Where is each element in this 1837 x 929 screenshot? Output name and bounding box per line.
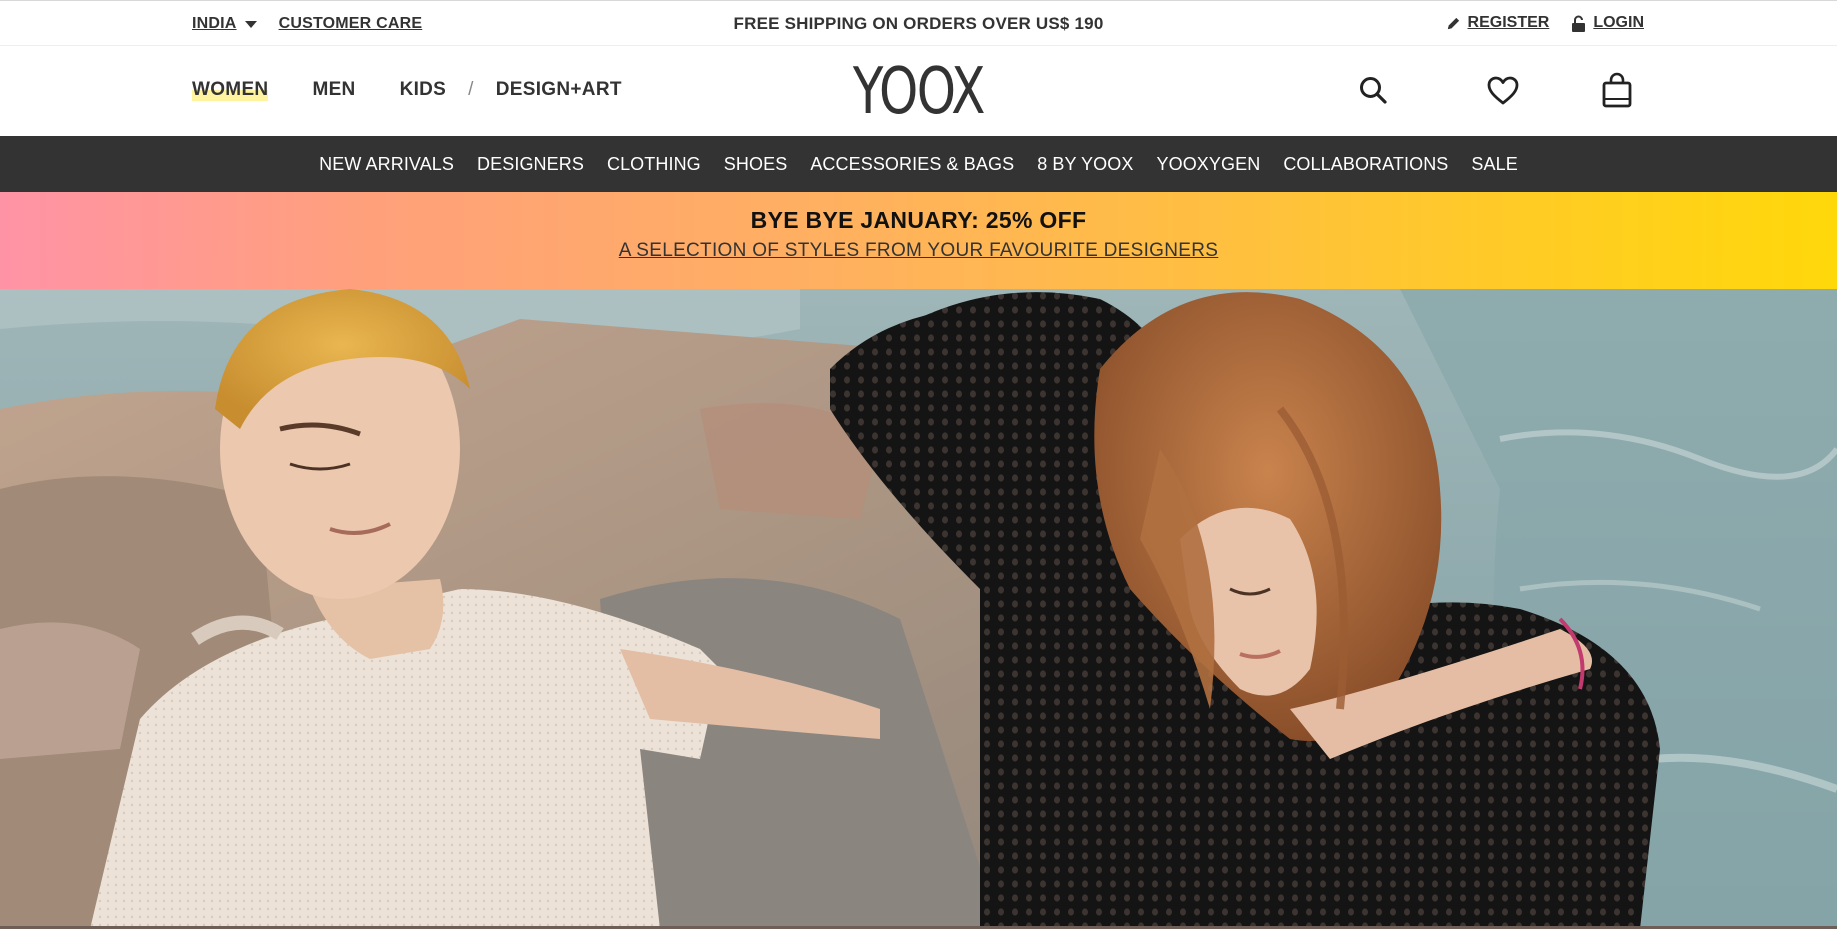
category-clothing[interactable]: CLOTHING <box>607 154 701 175</box>
hero-illustration <box>0 289 1837 929</box>
promo-subline-link[interactable]: A SELECTION OF STYLES FROM YOUR FAVOURIT… <box>619 240 1219 262</box>
category-collaborations[interactable]: COLLABORATIONS <box>1283 154 1448 175</box>
login-label[interactable]: LOGIN <box>1593 14 1644 32</box>
category-new-arrivals[interactable]: NEW ARRIVALS <box>319 154 454 175</box>
search-icon <box>1360 77 1387 104</box>
category-bar: NEW ARRIVALS DESIGNERS CLOTHING SHOES AC… <box>0 136 1837 192</box>
promo-headline: BYE BYE JANUARY: 25% OFF <box>750 207 1087 233</box>
category-designers[interactable]: DESIGNERS <box>477 154 584 175</box>
utility-bar: INDIA CUSTOMER CARE FREE SHIPPING ON ORD… <box>0 0 1837 46</box>
register-label[interactable]: REGISTER <box>1468 14 1550 32</box>
shopping-bag-icon <box>1602 72 1632 108</box>
pencil-icon <box>1447 17 1459 29</box>
login-link[interactable]: LOGIN <box>1571 14 1644 32</box>
wishlist-button[interactable] <box>1483 70 1523 110</box>
register-link[interactable]: REGISTER <box>1446 14 1550 32</box>
heart-icon <box>1487 76 1519 105</box>
category-8-by-yoox[interactable]: 8 BY YOOX <box>1037 154 1133 175</box>
category-yooxygen[interactable]: YOOXYGEN <box>1156 154 1260 175</box>
category-sale[interactable]: SALE <box>1471 154 1517 175</box>
unlock-icon <box>1572 15 1586 32</box>
category-accessories-bags[interactable]: ACCESSORIES & BAGS <box>810 154 1014 175</box>
promo-banner[interactable]: BYE BYE JANUARY: 25% OFF A SELECTION OF … <box>0 192 1837 289</box>
main-header: WOMEN MEN KIDS / DESIGN+ART YOOX <box>0 46 1837 136</box>
category-shoes[interactable]: SHOES <box>724 154 788 175</box>
hero-image[interactable] <box>0 289 1837 929</box>
utility-right: REGISTER LOGIN <box>1446 14 1644 32</box>
search-button[interactable] <box>1353 70 1393 110</box>
header-icons <box>1353 70 1637 110</box>
shopping-bag-button[interactable] <box>1597 70 1637 110</box>
